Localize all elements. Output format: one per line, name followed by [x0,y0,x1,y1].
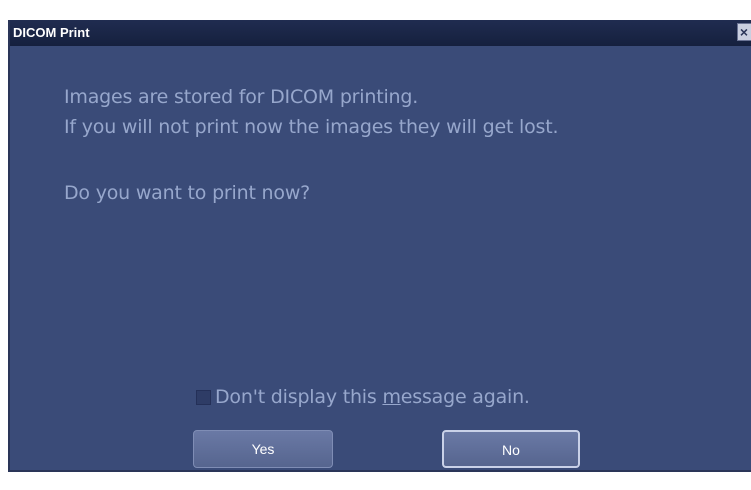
close-icon: × [739,24,749,40]
question-text: Do you want to print now? [64,182,311,204]
message-line-1: Images are stored for DICOM printing. [64,86,419,108]
message-line-2: If you will not print now the images the… [64,116,559,138]
close-button[interactable]: × [737,23,751,41]
no-button[interactable]: No [442,430,580,468]
dialog-titlebar[interactable]: DICOM Print × [10,20,751,46]
dicom-print-dialog: DICOM Print × Images are stored for DICO… [8,20,751,472]
dialog-title: DICOM Print [13,25,90,40]
mnemonic-letter: m [382,386,401,408]
yes-button[interactable]: Yes [193,430,333,468]
dont-display-again-checkbox[interactable] [196,390,211,405]
dont-display-again-label[interactable]: Don't display this message again. [215,386,530,408]
